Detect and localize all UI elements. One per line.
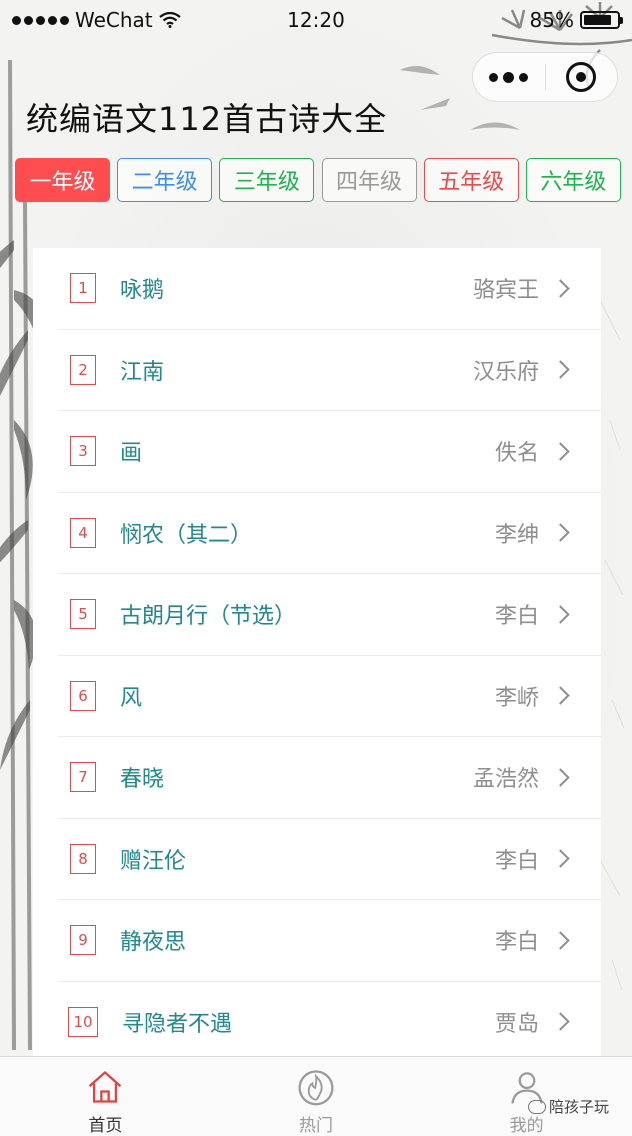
poem-row[interactable]: 1 咏鹅 骆宾王 [58, 248, 601, 330]
poem-title: 古朗月行（节选） [120, 604, 297, 630]
grade-tab-4[interactable]: 四年级 [321, 158, 417, 202]
poem-row[interactable]: 9 静夜思 李白 [58, 900, 601, 982]
wechat-icon [528, 1099, 546, 1114]
poem-author: 李白 [494, 930, 539, 956]
poem-title: 赠汪伦 [120, 848, 187, 874]
poem-row[interactable]: 8 赠汪伦 李白 [58, 819, 601, 900]
poem-number: 5 [70, 599, 96, 630]
poem-row[interactable]: 3 画 佚名 [58, 411, 601, 493]
poem-title: 春晓 [120, 767, 165, 793]
status-bar: WeChat 12:20 85% [0, 0, 632, 40]
grade-tab-6[interactable]: 六年级 [525, 158, 621, 202]
chevron-right-icon [551, 360, 570, 379]
close-miniprogram-button[interactable] [546, 53, 618, 101]
poem-title: 画 [120, 441, 143, 467]
grade-tabs: 一年级 二年级 三年级 四年级 五年级 六年级 [15, 158, 621, 202]
poem-author: 李白 [494, 848, 539, 874]
poem-author: 佚名 [494, 441, 539, 467]
poem-number: 4 [70, 517, 96, 548]
grade-tab-2[interactable]: 二年级 [117, 158, 213, 202]
poem-row[interactable]: 2 江南 汉乐府 [58, 330, 601, 411]
chevron-right-icon [551, 279, 570, 298]
tab-label: 首页 [88, 1116, 123, 1136]
grade-tab-1[interactable]: 一年级 [15, 158, 110, 202]
poem-number: 1 [70, 273, 96, 304]
dot-icon [489, 72, 499, 82]
poem-author: 孟浩然 [472, 767, 539, 793]
poem-number: 3 [70, 436, 96, 467]
more-menu-button[interactable] [473, 53, 545, 101]
poem-row[interactable]: 6 风 李峤 [58, 656, 601, 737]
poem-author: 汉乐府 [472, 359, 539, 385]
poem-title: 悯农（其二） [120, 522, 253, 548]
poem-title: 江南 [120, 359, 165, 385]
watermark: 陪孩子玩 [528, 1096, 609, 1117]
poem-author: 骆宾王 [472, 278, 539, 304]
chevron-right-icon [551, 686, 570, 705]
carrier-area: WeChat [12, 8, 181, 32]
chevron-right-icon [551, 768, 570, 787]
poem-number: 9 [70, 925, 96, 956]
carrier-name: WeChat [75, 8, 153, 32]
battery-icon [580, 11, 623, 29]
poem-row[interactable]: 7 春晓 孟浩然 [58, 737, 601, 819]
wifi-icon [158, 12, 181, 28]
chevron-right-icon [551, 523, 570, 542]
poem-title: 静夜思 [120, 930, 187, 956]
poem-list: 1 咏鹅 骆宾王 2 江南 汉乐府 3 画 佚名 4 悯农（其二） 李绅 5 古… [33, 248, 601, 1056]
target-close-icon [566, 62, 597, 92]
tab-label: 热门 [299, 1116, 333, 1136]
poem-number: 10 [68, 1006, 98, 1037]
poem-row[interactable]: 10 寻隐者不遇 贾岛 [58, 982, 601, 1057]
miniprogram-capsule [472, 52, 618, 102]
home-icon [89, 1071, 122, 1103]
signal-dots-icon [12, 15, 69, 25]
chevron-right-icon [551, 605, 570, 624]
page-title: 统编语文112首古诗大全 [26, 100, 388, 138]
watermark-text: 陪孩子玩 [549, 1098, 610, 1116]
chevron-right-icon [551, 849, 570, 868]
grade-tab-5[interactable]: 五年级 [423, 158, 519, 202]
battery-area: 85% [529, 8, 623, 32]
poem-title: 寻隐者不遇 [122, 1011, 233, 1037]
battery-percent: 85% [529, 8, 574, 32]
poem-number: 7 [70, 762, 96, 793]
chevron-right-icon [551, 931, 570, 950]
poem-row[interactable]: 4 悯农（其二） 李绅 [58, 493, 601, 574]
poem-author: 贾岛 [494, 1011, 539, 1037]
dot-icon [519, 72, 529, 82]
poem-title: 咏鹅 [120, 278, 165, 304]
poem-number: 2 [70, 354, 96, 385]
poem-author: 李峤 [494, 685, 539, 711]
fire-icon [298, 1070, 334, 1106]
grade-tab-3[interactable]: 三年级 [219, 158, 315, 202]
tab-hot[interactable]: 热门 [211, 1057, 422, 1136]
poem-title: 风 [120, 685, 143, 711]
poem-row[interactable]: 5 古朗月行（节选） 李白 [58, 574, 601, 656]
poem-number: 6 [70, 680, 96, 711]
poem-author: 李绅 [494, 522, 539, 548]
poem-number: 8 [70, 843, 96, 874]
tab-home[interactable]: 首页 [0, 1057, 211, 1136]
chevron-right-icon [551, 1012, 570, 1031]
poem-author: 李白 [494, 604, 539, 630]
chevron-right-icon [551, 442, 570, 461]
dot-icon [503, 71, 515, 83]
